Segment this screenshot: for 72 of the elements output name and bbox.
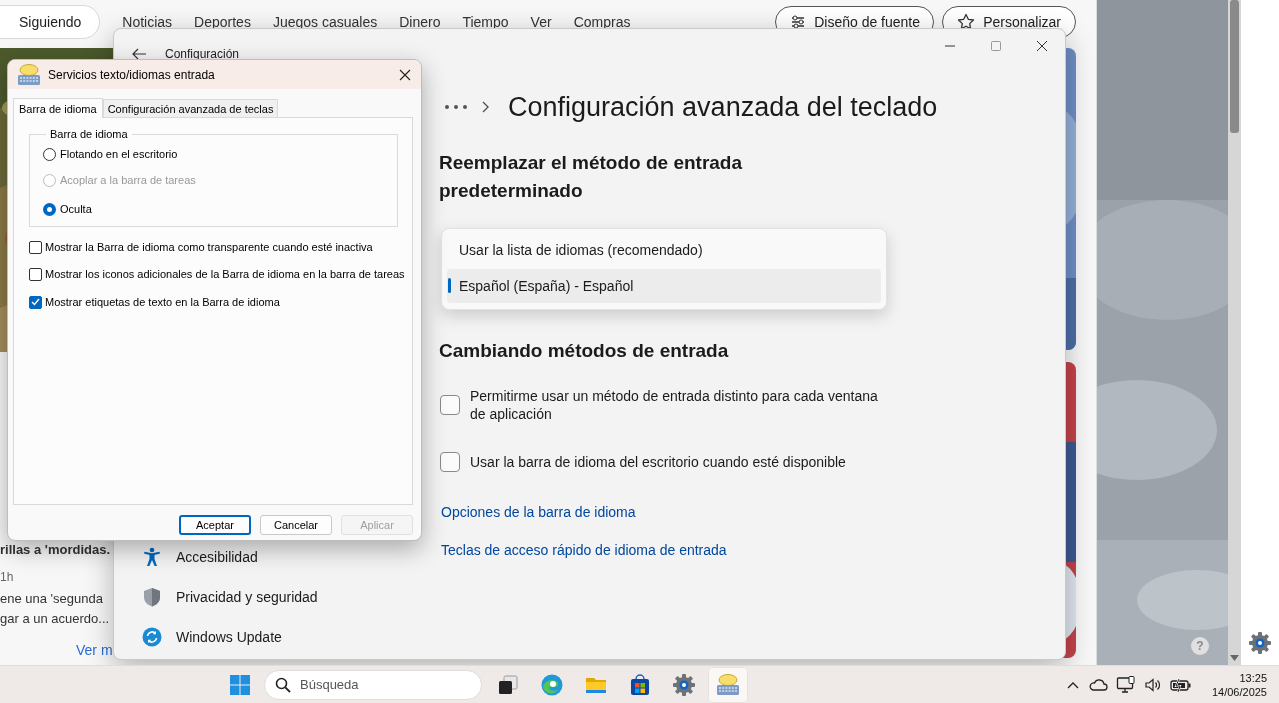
checkbox-label: Mostrar los iconos adicionales de la Barra de idioma en la barra de tareas: [45, 268, 405, 280]
dropdown-option[interactable]: Español (España) - Español: [447, 269, 881, 303]
scrollbar-thumb[interactable]: [1230, 0, 1239, 133]
nav-link[interactable]: Deportes: [194, 15, 251, 29]
dialog-title: Servicios texto/idiomas entrada: [48, 67, 215, 82]
dialog-button[interactable]: Aceptar: [179, 515, 251, 535]
back-icon[interactable]: [131, 46, 147, 62]
search-field[interactable]: Búsqueda: [264, 669, 482, 700]
checkbox-label: Permitirme usar un método de entrada distinto para cada ventana de aplicación: [470, 387, 879, 423]
following-tab[interactable]: Siguiendo: [0, 5, 101, 39]
close-icon[interactable]: [1037, 41, 1047, 51]
checkbox-label: Usar la barra de idioma del escritorio cuando esté disponible: [470, 453, 847, 471]
battery-icon[interactable]: [1169, 677, 1192, 692]
radio-button[interactable]: [43, 147, 56, 161]
radio-label: Oculta: [60, 203, 92, 215]
maximize-icon[interactable]: [991, 41, 1001, 51]
nav-link[interactable]: Compras: [573, 15, 631, 29]
checkbox[interactable]: [29, 267, 42, 281]
more-icon[interactable]: [444, 104, 468, 110]
checkbox[interactable]: [29, 295, 42, 309]
search-icon: [275, 676, 291, 693]
wave-circle-icon[interactable]: [540, 672, 564, 697]
link[interactable]: Opciones de la barra de idioma: [441, 504, 636, 520]
radio-label: Flotando en el escritorio: [60, 148, 178, 160]
sync-icon: [142, 627, 162, 647]
star-icon: [957, 13, 976, 31]
nav-item[interactable]: Privacidad y seguridad: [118, 577, 433, 617]
group-label: Barra de idioma: [49, 128, 129, 140]
accessibility-icon: [142, 547, 162, 567]
window-title: Configuración: [165, 47, 240, 61]
story-age: 1h: [0, 569, 15, 586]
dropdown-option[interactable]: Usar la lista de idiomas (recomendado): [447, 233, 881, 267]
stacked-squares-icon[interactable]: [496, 672, 520, 697]
shield-icon: [142, 587, 162, 607]
dialog-button: Aplicar: [341, 515, 413, 535]
more-link[interactable]: Ver m: [0, 640, 115, 660]
dialog-button[interactable]: Cancelar: [260, 515, 332, 535]
radio-label: Acoplar a la barra de tareas: [60, 174, 196, 186]
nav-item[interactable]: Accesibilidad: [118, 537, 433, 577]
shopping-bag-icon[interactable]: [628, 672, 652, 697]
clock-time[interactable]: 13:25: [1239, 670, 1267, 685]
four-squares-icon[interactable]: [230, 674, 250, 695]
chevron-right-icon: [480, 100, 490, 114]
story-title: rillas a 'mordidas.: [0, 542, 112, 558]
story-snippet: ene una 'segunda gar a un acuerdo...: [0, 590, 111, 628]
radio-button[interactable]: [43, 202, 56, 216]
section-heading: Cambiando métodos de entrada: [439, 339, 730, 363]
nav-link[interactable]: Noticias: [122, 15, 173, 29]
nav-link[interactable]: Dinero: [399, 15, 441, 29]
link[interactable]: Teclas de acceso rápido de idioma de entrada: [441, 542, 727, 558]
keyboard-icon[interactable]: [715, 672, 741, 697]
section-heading: Reemplazar el método de entrada predeterminado: [439, 151, 744, 203]
gear-icon[interactable]: [672, 672, 696, 697]
cloud-icon[interactable]: [1087, 676, 1108, 693]
keyboard-icon: [16, 62, 42, 87]
checkbox-label: Mostrar la Barra de idioma como transparente cuando esté inactiva: [45, 241, 373, 253]
checkbox[interactable]: [440, 395, 460, 415]
page-heading: Configuración avanzada del teclado: [508, 91, 938, 123]
checkbox-label: Mostrar etiquetas de texto en la Barra de idioma: [45, 296, 280, 308]
monitor-icon[interactable]: [1115, 675, 1136, 694]
speaker-icon[interactable]: [1143, 676, 1162, 693]
scroll-down-icon[interactable]: [1230, 655, 1239, 661]
tab[interactable]: Barra de idioma: [13, 98, 103, 118]
nav-link[interactable]: Tiempo: [462, 15, 509, 29]
nav-link[interactable]: Ver: [530, 15, 552, 29]
checkbox[interactable]: [29, 240, 42, 254]
tab[interactable]: Configuración avanzada de teclas: [102, 99, 279, 117]
close-icon[interactable]: [399, 68, 411, 81]
checkbox[interactable]: [440, 452, 460, 472]
nav-item[interactable]: Windows Update: [118, 617, 433, 657]
clock-date[interactable]: 14/06/2025: [1211, 684, 1267, 699]
scrollbar[interactable]: [1228, 0, 1241, 665]
